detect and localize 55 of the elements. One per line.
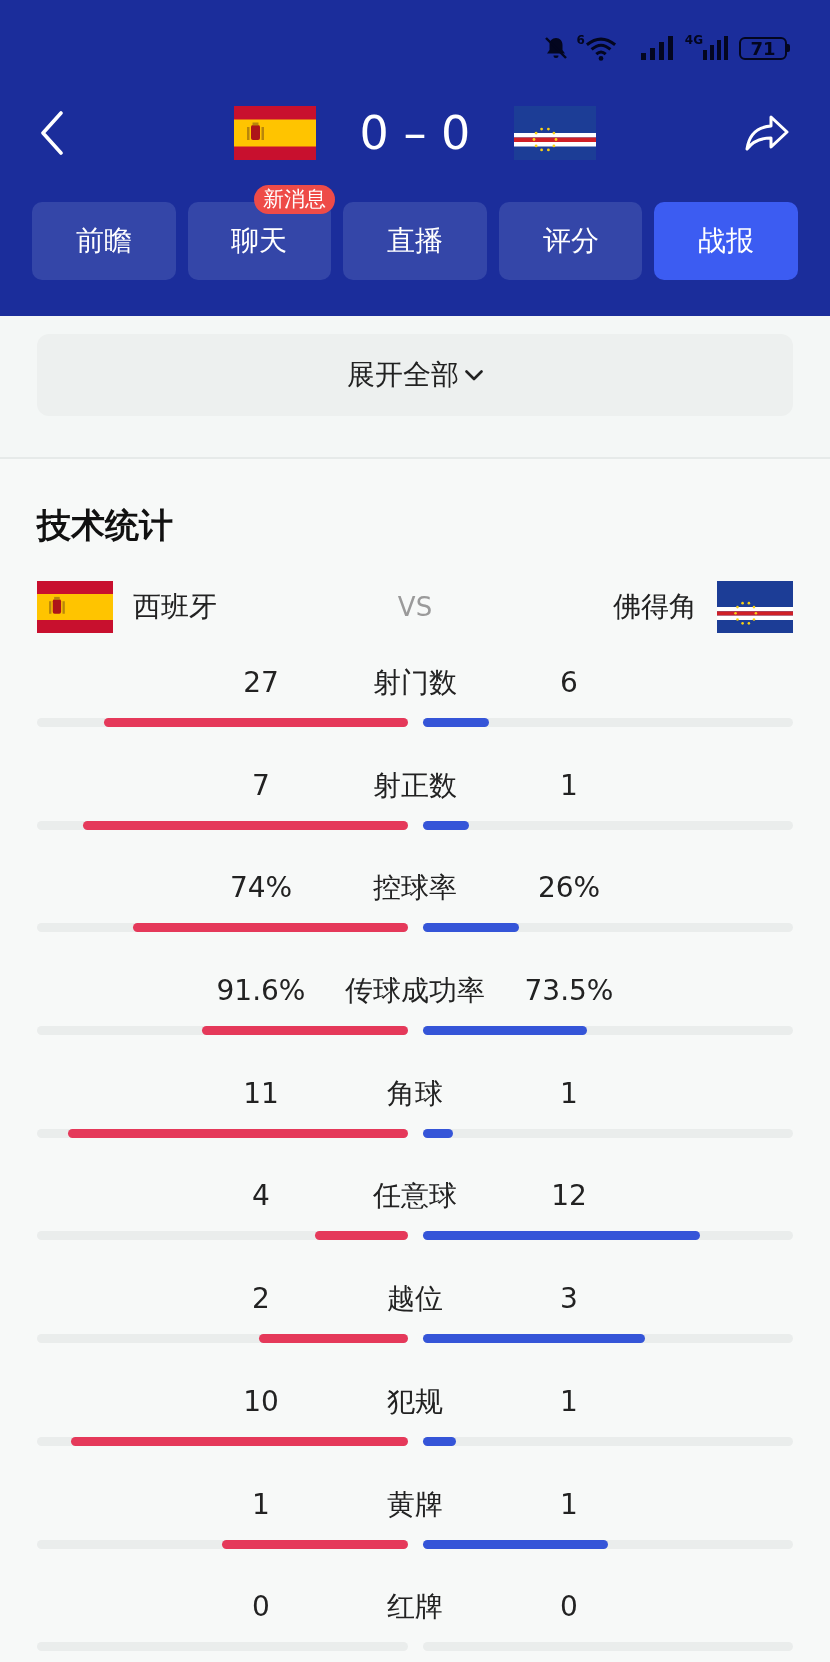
stat-value: 11 <box>242 1075 280 1112</box>
stat-value: 74% <box>228 870 294 907</box>
stat-value: 73.5% <box>523 973 615 1010</box>
stat-value: 1 <box>251 1486 271 1523</box>
stat-value: 2 <box>251 1281 271 1318</box>
battery-indicator: 71 <box>739 36 790 60</box>
stat-label: 任意球 <box>372 1178 458 1215</box>
stat-value: 10 <box>242 1383 280 1420</box>
stat-label: 红牌 <box>386 1589 444 1626</box>
team-name: 西班牙 <box>133 589 217 625</box>
signal-icon <box>703 36 729 60</box>
stat-value: 1 <box>559 1486 579 1523</box>
expand-all-button[interactable]: 展开全部 <box>37 334 793 416</box>
tab[interactable]: 战报 <box>654 202 798 280</box>
stat-value: 7 <box>251 767 271 804</box>
stat-label: 角球 <box>386 1075 444 1112</box>
stat-value: 1 <box>559 1075 579 1112</box>
stat-label: 越位 <box>386 1281 444 1318</box>
signal-icon <box>640 36 675 60</box>
stat-value: 0 <box>251 1589 271 1626</box>
network-type-label: 4G <box>684 34 703 46</box>
flag-icon <box>37 581 113 633</box>
stat-value: 91.6% <box>215 973 307 1010</box>
stat-label: 犯规 <box>386 1383 444 1420</box>
tab[interactable]: 前瞻 <box>32 202 176 280</box>
share-icon[interactable] <box>744 114 790 152</box>
stat-label: 传球成功率 <box>344 973 486 1010</box>
versus-label: VS <box>397 592 433 622</box>
tab[interactable]: 评分 <box>498 202 643 280</box>
tab[interactable]: 直播 <box>343 202 487 280</box>
stat-value: 1 <box>559 1383 579 1420</box>
stat-label: 黄牌 <box>386 1486 444 1523</box>
stat-value: 6 <box>559 665 579 701</box>
stat-value: 1 <box>559 767 579 804</box>
stat-value: 3 <box>559 1281 579 1318</box>
stat-label: 射门数 <box>372 665 458 701</box>
stat-label: 控球率 <box>372 870 458 907</box>
stat-value: 12 <box>550 1178 588 1215</box>
flag-icon <box>233 106 316 160</box>
team-name: 佛得角 <box>613 589 697 625</box>
stat-value: 4 <box>251 1178 271 1215</box>
stat-value: 27 <box>242 665 280 701</box>
wifi-standard-label: 6 <box>576 34 585 46</box>
chevron-down-icon <box>465 369 483 381</box>
flag-icon <box>514 106 597 160</box>
bell-muted-icon <box>544 36 569 60</box>
stat-value: 26% <box>536 870 602 907</box>
section-title: 技术统计 <box>37 505 174 545</box>
match-score: 0 – 0 <box>359 105 471 162</box>
stat-value: 0 <box>559 1589 579 1626</box>
flag-icon <box>717 581 793 633</box>
back-icon[interactable] <box>40 111 64 155</box>
stat-label: 射正数 <box>372 767 458 804</box>
wifi-icon <box>584 35 617 61</box>
new-message-badge: 新消息 <box>253 185 335 214</box>
